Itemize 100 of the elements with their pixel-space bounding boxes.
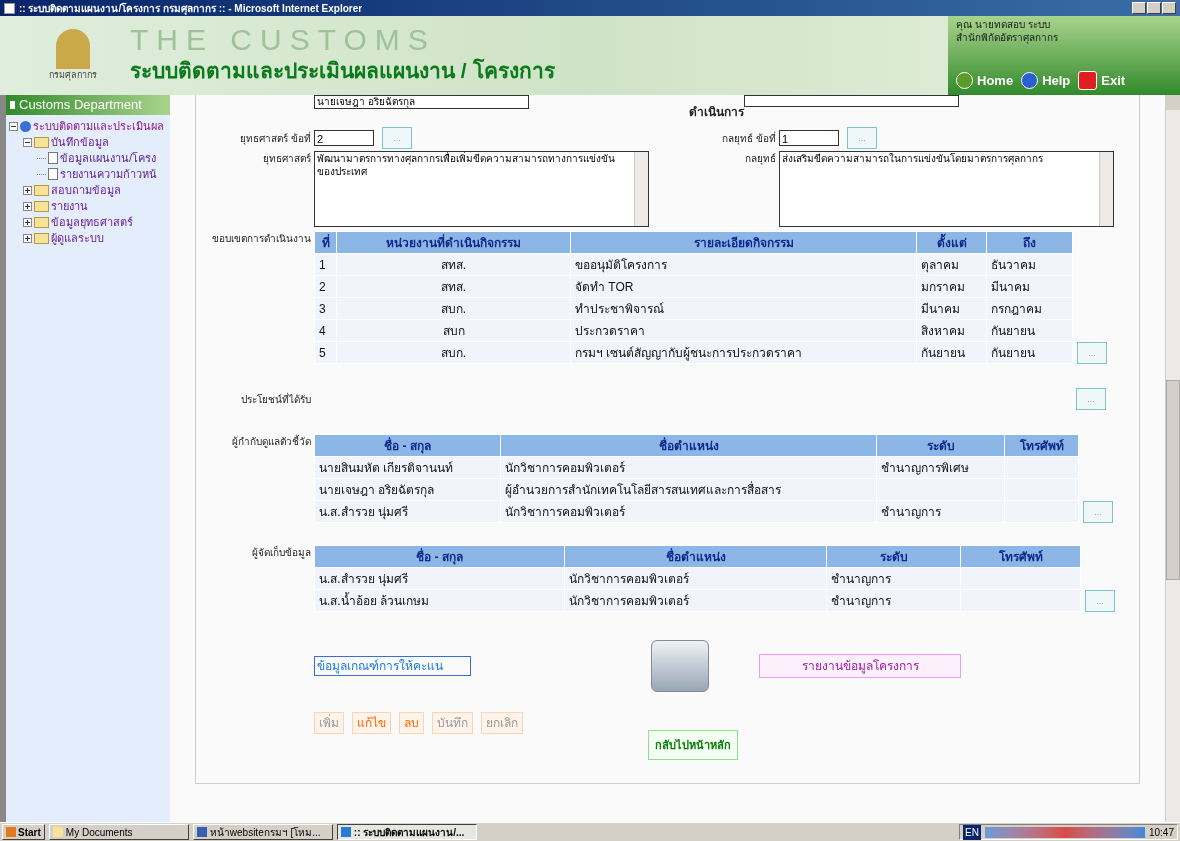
page-icon — [48, 152, 58, 164]
column-header: ระดับ — [826, 545, 961, 568]
textarea-field[interactable]: พัฒนามาตรการทางศุลกากรเพื่อเพิ่มขีดความสามารถทางการแข่งขันของประเทศ — [314, 151, 649, 227]
back-home-button[interactable]: กลับไปหน้าหลัก — [647, 730, 738, 760]
table-cell: สบก. — [336, 297, 571, 320]
table-cell: จัดทำ TOR — [570, 275, 917, 298]
table-cell: ประกวดราคา — [570, 319, 917, 342]
tree-item[interactable]: รายงานความก้าวหน้ — [60, 165, 157, 183]
taskbar-button[interactable]: My Documents — [48, 824, 189, 840]
column-header: ถึง — [986, 231, 1073, 254]
expand-icon[interactable] — [23, 201, 32, 211]
table-cell: นักวิชาการคอมพิวเตอร์ — [564, 567, 827, 590]
folder-icon — [34, 232, 49, 244]
field-label: กลยุทธ์ — [744, 152, 777, 166]
table-cell: น.ส.สำรวย นุ่มศรี — [314, 500, 501, 523]
expand-icon[interactable] — [23, 217, 32, 227]
expand-icon[interactable] — [23, 233, 32, 243]
tree-item[interactable]: ข้อมูลยุทธศาสตร์ — [51, 213, 133, 231]
table-cell: สทส. — [336, 253, 571, 276]
clock: 10:47 — [1148, 825, 1174, 840]
table-cell: 3 — [314, 297, 337, 320]
user-office: สำนักพิกัดอัตราศุลกากร — [956, 31, 1059, 44]
window-title: :: ระบบติดตามแผนงาน/โครงการ กรมศุลกากร :: - Microsoft Internet Explorer — [19, 1, 363, 16]
field-label: กลยุทธ์ ข้อที่ — [721, 130, 777, 146]
close-button[interactable] — [1162, 2, 1176, 14]
sidebar-title: Customs Department — [6, 95, 170, 115]
table-cell: ผู้อำนวยการสำนักเทคโนโลยีสารสนเทศและการสื่อสาร — [500, 478, 877, 501]
maximize-button[interactable] — [1147, 2, 1161, 14]
folder-icon — [34, 216, 49, 228]
user-name: คุณ นายทดสอบ ระบบ — [956, 19, 1051, 32]
header-link[interactable]: Exit — [1078, 70, 1126, 90]
column-header: รายละเอียดกิจกรรม — [570, 231, 917, 254]
table-cell: ชำนาญการ — [826, 589, 961, 612]
minimize-button[interactable] — [1132, 2, 1146, 14]
page-icon — [48, 168, 58, 180]
header-link[interactable]: Help — [1021, 70, 1071, 90]
tree-item[interactable]: ผู้ดูแลระบบ — [51, 229, 104, 246]
field-label: ขอบเขตการดำเนินงาน — [211, 232, 312, 246]
globe-icon — [20, 120, 31, 132]
taskbar-button[interactable]: :: ระบบติดตามแผนงาน/... — [336, 824, 477, 840]
column-header: ชื่อ - สกุล — [314, 545, 565, 568]
scrollbar-icon — [634, 152, 648, 226]
table-cell: นักวิชาการคอมพิวเตอร์ — [564, 589, 827, 612]
expand-icon[interactable] — [23, 185, 32, 195]
table-cell: นายสินมหัต เกียรติจานนท์ — [314, 456, 501, 479]
folder-icon — [34, 200, 49, 212]
logo-caption: กรมศุลกากร — [49, 68, 97, 83]
folder-icon — [52, 827, 63, 837]
column-header: ตั้งแต่ — [916, 231, 987, 254]
table-cell: น.ส.สำรวย นุ่มศรี — [314, 567, 565, 590]
tree-item[interactable]: สอบถามข้อมูล — [51, 181, 121, 199]
collapse-icon[interactable] — [23, 137, 32, 147]
table-cell: ทำประชาพิจารณ์ — [570, 297, 917, 320]
start-button[interactable]: Start — [2, 824, 45, 840]
number-field[interactable]: 2 — [314, 130, 374, 146]
field-label: ผู้จัดเก็บข้อมูล — [251, 545, 312, 560]
scrollbar-icon — [1099, 152, 1113, 226]
table-cell: 5 — [314, 341, 337, 364]
field-label: ดำเนินการ — [689, 104, 744, 121]
tree-item[interactable]: บันทึกข้อมูล — [51, 133, 109, 151]
folder-icon — [34, 184, 49, 196]
table-cell: สทส. — [336, 275, 571, 298]
column-header: ที่ — [314, 231, 337, 254]
table-cell: น.ส.น้ำอ้อย ล้วนเกษม — [314, 589, 565, 612]
field-label: ยุทธศาสตร์ ข้อที่ — [239, 130, 312, 146]
taskbar-button[interactable]: หน้าwebsiteกรมฯ [โหม... — [192, 824, 333, 840]
tree-item[interactable]: รายงาน — [51, 197, 88, 215]
text-field[interactable] — [744, 95, 959, 107]
field-label: ประโยชน์ที่ได้รับ — [240, 391, 312, 407]
table-cell: นักวิชาการคอมพิวเตอร์ — [500, 500, 877, 523]
field-label: ยุทธศาสตร์ — [262, 152, 312, 166]
number-field[interactable]: 1 — [779, 130, 839, 146]
table-cell: 4 — [314, 319, 337, 342]
criteria-link[interactable]: ข้อมูลเกณฑ์การให้คะแน — [314, 656, 471, 676]
table-cell: นักวิชาการคอมพิวเตอร์ — [500, 456, 877, 479]
column-header: ชื่อตำแหน่ง — [564, 545, 827, 568]
textarea-field[interactable]: ส่งเสริมขีดความสามารถในการแข่งขันโดยมาตรการศุลกากร — [779, 151, 1114, 227]
column-header: โทรศัพท์ — [960, 545, 1081, 568]
table-cell: ชำนาญการ — [826, 567, 961, 590]
app-title: ระบบติดตามและประเมินผลแผนงาน / โครงการ — [130, 57, 555, 84]
table-cell: 1 — [314, 253, 337, 276]
table-cell: 2 — [314, 275, 337, 298]
table-cell: กรมฯ เซนต์สัญญากับผู้ชนะการประกวดราคา — [570, 341, 917, 364]
logo-emblem-icon — [56, 28, 90, 69]
table-cell: สบก — [336, 319, 571, 342]
column-header: หน่วยงานที่ดำเนินกิจกรรม — [336, 231, 571, 254]
table-cell: นายเจษฎา อริยฉัตรกุล — [314, 478, 501, 501]
report-link[interactable]: รายงานข้อมูลโครงการ — [759, 654, 961, 678]
header-link[interactable]: Home — [956, 70, 1014, 90]
column-header: ชื่อ - สกุล — [314, 434, 501, 457]
folder-icon — [34, 136, 49, 148]
collapse-icon[interactable] — [9, 121, 18, 131]
column-header: ระดับ — [876, 434, 1005, 457]
text-field[interactable]: นายเจษฎา อริยฉัตรกุล — [314, 95, 529, 109]
tree-item[interactable]: ข้อมูลแผนงาน/โครง — [60, 149, 157, 167]
tree-item[interactable]: ระบบติดตามและประเมินผล — [33, 117, 164, 135]
banner-watermark: THE CUSTOMS — [130, 24, 437, 55]
column-header: โทรศัพท์ — [1004, 434, 1079, 457]
table-cell: ขออนุมัติโครงการ — [570, 253, 917, 276]
language-indicator[interactable]: EN — [963, 824, 981, 840]
